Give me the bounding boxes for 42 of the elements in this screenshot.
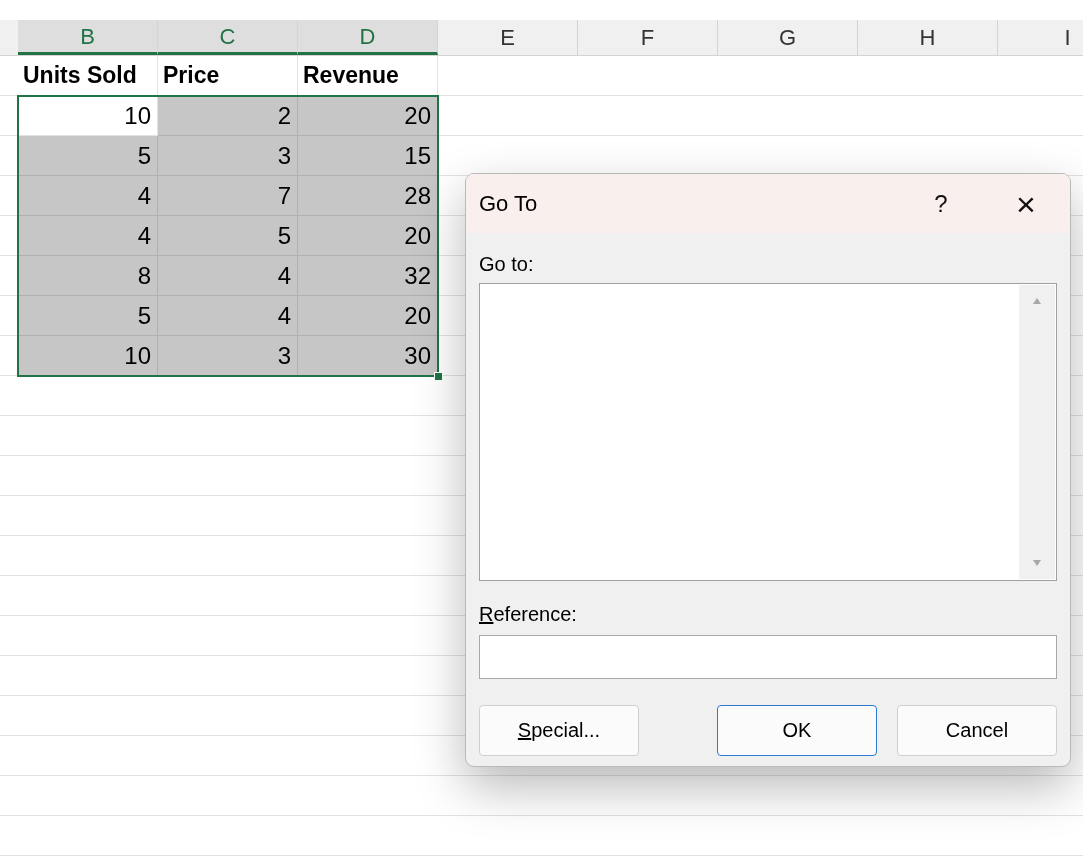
table-cell: 5 (18, 296, 158, 336)
close-button[interactable]: × (1006, 186, 1046, 221)
dialog-button[interactable]: Cancel (897, 705, 1057, 756)
table-cell: 7 (158, 176, 298, 216)
table-cell: 3 (158, 136, 298, 176)
scroll-down-icon[interactable] (1032, 559, 1042, 567)
dialog-button[interactable]: OK (717, 705, 877, 756)
field-label: Go to: (479, 252, 534, 277)
table-cell: 15 (298, 136, 438, 176)
field-label: Reference: (479, 602, 577, 627)
column-header[interactable]: G (718, 20, 858, 55)
column-header[interactable]: C (158, 20, 298, 55)
list-box[interactable] (479, 283, 1057, 581)
table-cell: 4 (158, 256, 298, 296)
column-header[interactable]: F (578, 20, 718, 55)
help-button[interactable]: ? (926, 189, 956, 218)
input-field[interactable] (479, 635, 1057, 679)
table-cell: 30 (298, 336, 438, 376)
scrollbar[interactable] (1019, 285, 1055, 579)
table-cell: 20 (298, 96, 438, 136)
table-cell: 10 (18, 336, 158, 376)
table-cell: 2 (158, 96, 298, 136)
table-cell: 4 (18, 216, 158, 256)
table-cell: 5 (158, 216, 298, 256)
table-cell: 4 (158, 296, 298, 336)
table-cell: 28 (298, 176, 438, 216)
dialog-title: Go To (479, 190, 539, 217)
scroll-up-icon[interactable] (1032, 297, 1042, 305)
column-header[interactable]: E (438, 20, 578, 55)
table-cell: 20 (298, 216, 438, 256)
fill-handle[interactable] (434, 372, 443, 381)
table-cell: 8 (18, 256, 158, 296)
table-cell: 5 (18, 136, 158, 176)
table-cell: 20 (298, 296, 438, 336)
column-header[interactable]: H (858, 20, 998, 55)
table-cell: 3 (158, 336, 298, 376)
column-header[interactable]: B (18, 20, 158, 55)
table-cell: 32 (298, 256, 438, 296)
table-cell: 4 (18, 176, 158, 216)
column-header[interactable]: D (298, 20, 438, 55)
dialog-button[interactable]: Special... (479, 705, 639, 756)
column-header[interactable]: I (998, 20, 1083, 55)
